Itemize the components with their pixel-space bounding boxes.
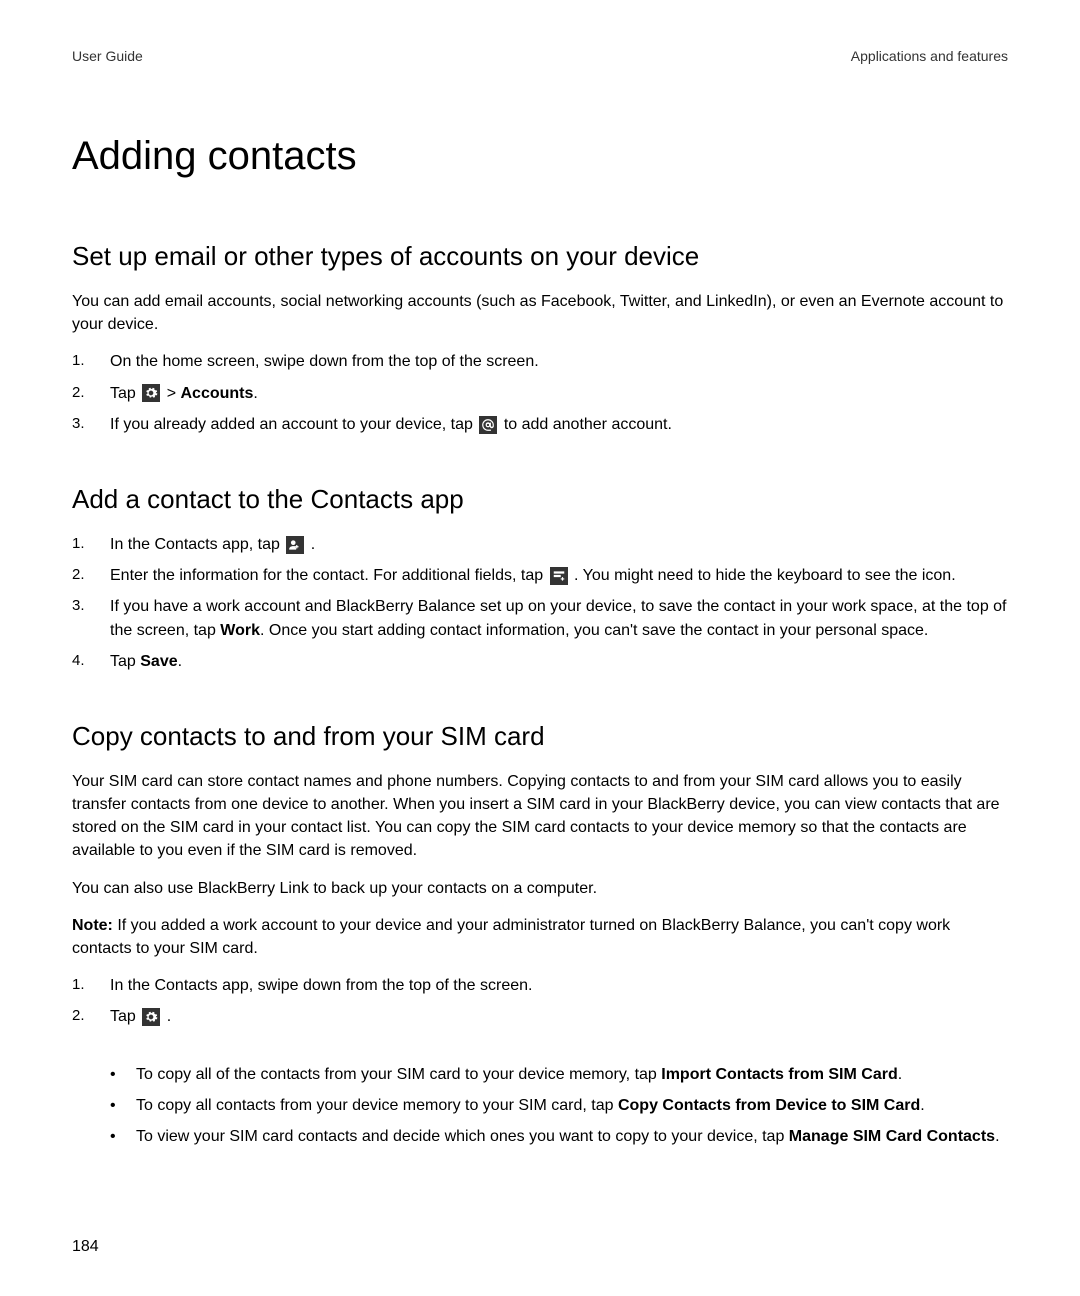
sim-paragraph-1: Your SIM card can store contact names an… xyxy=(72,770,1008,863)
text: . xyxy=(311,536,315,553)
work-label: Work xyxy=(220,622,260,639)
list-item: Tap Save. xyxy=(72,650,1008,673)
note-label: Note: xyxy=(72,917,113,934)
sim-bullets: To copy all of the contacts from your SI… xyxy=(110,1063,1008,1157)
text: . xyxy=(178,653,182,670)
note-text: If you added a work account to your devi… xyxy=(72,917,950,957)
sim-steps: In the Contacts app, swipe down from the… xyxy=(72,974,1008,1036)
list-item: Tap > Accounts. xyxy=(72,382,1008,405)
additional-fields-icon xyxy=(550,567,568,585)
list-item: In the Contacts app, swipe down from the… xyxy=(72,974,1008,997)
page-title: Adding contacts xyxy=(72,134,1008,179)
section-heading-add-contact: Add a contact to the Contacts app xyxy=(72,484,1008,515)
copy-contacts-label: Copy Contacts from Device to SIM Card xyxy=(618,1097,920,1114)
accounts-label: Accounts xyxy=(181,385,254,402)
sim-paragraph-2: You can also use BlackBerry Link to back… xyxy=(72,877,1008,900)
add-contact-steps: In the Contacts app, tap . Enter the inf… xyxy=(72,533,1008,681)
text: In the Contacts app, tap xyxy=(110,536,284,553)
text: . xyxy=(167,1008,171,1025)
text: . xyxy=(253,385,257,402)
add-contact-icon xyxy=(286,536,304,554)
list-item: To copy all contacts from your device me… xyxy=(110,1094,1008,1117)
text: Tap xyxy=(110,1008,140,1025)
text: . xyxy=(920,1097,924,1114)
header-left: User Guide xyxy=(72,48,143,64)
text: Tap xyxy=(110,385,140,402)
setup-intro: You can add email accounts, social netwo… xyxy=(72,290,1008,336)
settings-gear-icon xyxy=(142,384,160,402)
save-label: Save xyxy=(140,653,177,670)
setup-steps: On the home screen, swipe down from the … xyxy=(72,350,1008,444)
header-right: Applications and features xyxy=(851,48,1008,64)
list-item: Tap . xyxy=(72,1005,1008,1028)
section-heading-sim: Copy contacts to and from your SIM card xyxy=(72,721,1008,752)
add-account-at-icon xyxy=(479,416,497,434)
sim-note: Note: If you added a work account to you… xyxy=(72,914,1008,960)
list-item: If you have a work account and BlackBerr… xyxy=(72,595,1008,641)
text: To view your SIM card contacts and decid… xyxy=(136,1128,789,1145)
text: > xyxy=(167,385,181,402)
settings-gear-icon xyxy=(142,1008,160,1026)
manage-sim-label: Manage SIM Card Contacts xyxy=(789,1128,995,1145)
list-item: If you already added an account to your … xyxy=(72,413,1008,436)
text: to add another account. xyxy=(504,416,672,433)
text: Enter the information for the contact. F… xyxy=(110,567,548,584)
list-item: To copy all of the contacts from your SI… xyxy=(110,1063,1008,1086)
page-number: 184 xyxy=(72,1208,1008,1256)
text: . Once you start adding contact informat… xyxy=(260,622,928,639)
list-item: Enter the information for the contact. F… xyxy=(72,564,1008,587)
import-contacts-label: Import Contacts from SIM Card xyxy=(661,1066,897,1083)
text: To copy all contacts from your device me… xyxy=(136,1097,618,1114)
text: Tap xyxy=(110,653,140,670)
list-item: In the Contacts app, tap . xyxy=(72,533,1008,556)
text: . xyxy=(995,1128,999,1145)
text: To copy all of the contacts from your SI… xyxy=(136,1066,661,1083)
section-heading-setup: Set up email or other types of accounts … xyxy=(72,241,1008,272)
page-header: User Guide Applications and features xyxy=(72,48,1008,64)
text: If you already added an account to your … xyxy=(110,416,477,433)
text: . xyxy=(898,1066,902,1083)
text: . You might need to hide the keyboard to… xyxy=(574,567,956,584)
list-item: On the home screen, swipe down from the … xyxy=(72,350,1008,373)
list-item: To view your SIM card contacts and decid… xyxy=(110,1125,1008,1148)
